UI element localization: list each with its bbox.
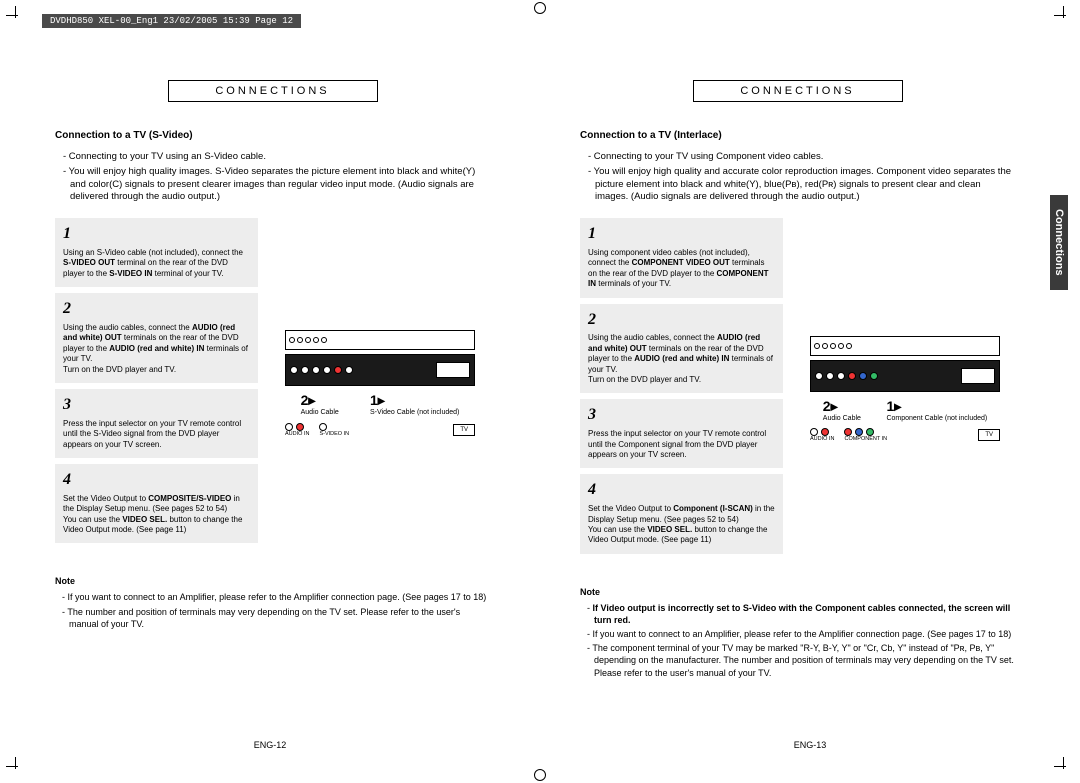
step-1-left: 1 Using an S-Video cable (not included),… — [55, 218, 258, 287]
dvd-rear-icon — [285, 330, 475, 350]
intro-left: - Connecting to your TV using an S-Video… — [55, 151, 490, 204]
subheading-right: Connection to a TV (Interlace) — [580, 130, 1015, 141]
note-right: Note - If Video output is incorrectly se… — [580, 586, 1015, 679]
dvd-rear-icon — [810, 336, 1000, 356]
step-2-right: 2 Using the audio cables, connect the AU… — [580, 304, 783, 394]
step-2-left: 2 Using the audio cables, connect the AU… — [55, 293, 258, 383]
rear-panel-icon — [810, 360, 1000, 392]
arrow-2-icon: 2▸ — [301, 392, 339, 409]
subheading-left: Connection to a TV (S-Video) — [55, 130, 490, 141]
section-header-left: CONNECTIONS — [168, 80, 378, 102]
step-3-left: 3 Press the input selector on your TV re… — [55, 389, 258, 458]
page-right: CONNECTIONS Connection to a TV (Interlac… — [540, 40, 1080, 740]
diagram-component: 2▸Audio Cable 1▸Component Cable (not inc… — [810, 336, 1000, 443]
tv-box-icon: TV — [453, 424, 475, 436]
page-number-right: ENG-13 — [794, 740, 827, 750]
intro-right: - Connecting to your TV using Component … — [580, 151, 1015, 204]
rear-panel-icon — [285, 354, 475, 386]
tv-box-icon: TV — [978, 429, 1000, 441]
section-header-right: CONNECTIONS — [693, 80, 903, 102]
step-4-left: 4 Set the Video Output to COMPOSITE/S-VI… — [55, 464, 258, 543]
step-1-right: 1 Using component video cables (not incl… — [580, 218, 783, 297]
step-3-right: 3 Press the input selector on your TV re… — [580, 399, 783, 468]
step-4-right: 4 Set the Video Output to Component (I-S… — [580, 474, 783, 553]
arrow-1-icon: 1▸ — [370, 392, 459, 409]
arrow-1-icon: 1▸ — [886, 398, 987, 415]
diagram-svideo: 2▸Audio Cable 1▸S-Video Cable (not inclu… — [285, 330, 475, 437]
note-left: Note - If you want to connect to an Ampl… — [55, 575, 490, 630]
page-number-left: ENG-12 — [254, 740, 287, 750]
arrow-2-icon: 2▸ — [823, 398, 861, 415]
header-metadata: DVDHD850 XEL-00_Eng1 23/02/2005 15:39 Pa… — [42, 14, 301, 28]
page-left: CONNECTIONS Connection to a TV (S-Video)… — [0, 40, 540, 740]
